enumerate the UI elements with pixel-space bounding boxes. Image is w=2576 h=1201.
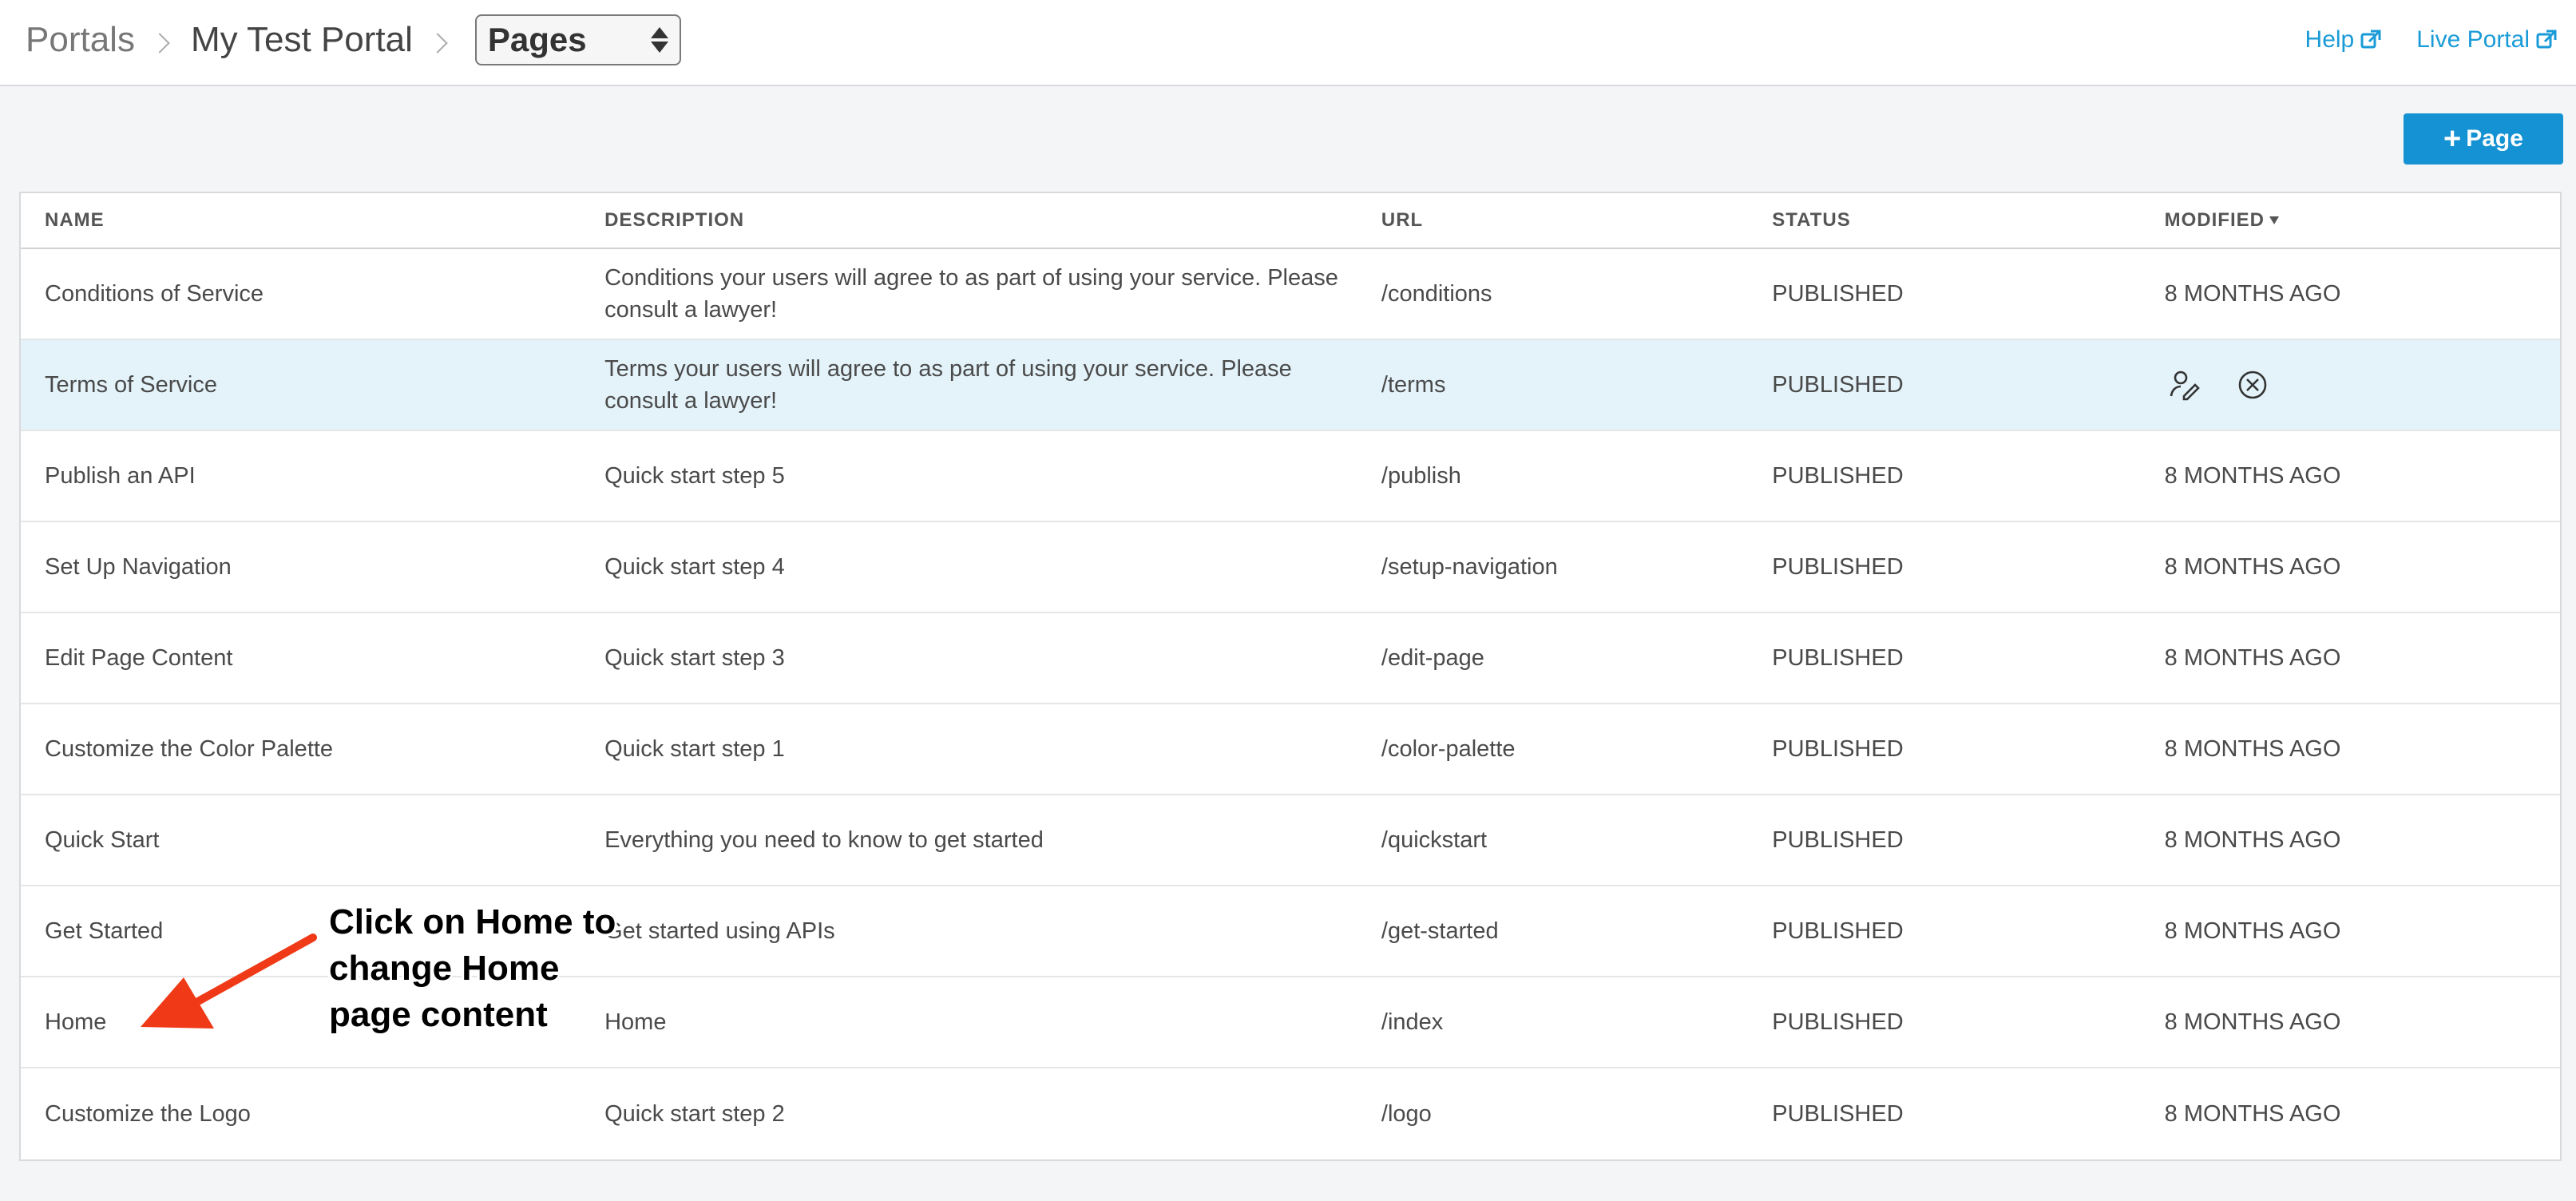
- row-url: /publish: [1381, 462, 1461, 489]
- column-header-modified-label: MODIFIED: [2164, 209, 2265, 231]
- sort-desc-icon: [2269, 216, 2279, 224]
- row-name[interactable]: Set Up Navigation: [21, 554, 604, 581]
- row-url: /terms: [1381, 371, 1446, 398]
- row-description: Get started using APIs: [604, 918, 835, 944]
- row-name[interactable]: Customize the Color Palette: [21, 736, 604, 763]
- row-actions: [2165, 367, 2560, 402]
- external-link-icon: [2360, 30, 2381, 50]
- live-portal-link-label: Live Portal: [2416, 26, 2530, 53]
- row-name[interactable]: Customize the Logo: [21, 1101, 604, 1128]
- chevron-right-icon: [427, 33, 448, 54]
- row-description: Home: [604, 1009, 667, 1035]
- annotation-line: change Home: [329, 949, 560, 988]
- row-status: PUBLISHED: [1772, 735, 1904, 762]
- table-row[interactable]: Customize the Logo Quick start step 2 /l…: [21, 1068, 2560, 1159]
- row-modified: 8 MONTHS AGO: [2164, 280, 2341, 307]
- help-link[interactable]: Help: [2305, 26, 2382, 54]
- row-status: PUBLISHED: [1772, 371, 1904, 398]
- edit-icon[interactable]: [2168, 367, 2203, 402]
- row-name[interactable]: Publish an API: [21, 463, 604, 490]
- section-select[interactable]: Pages: [474, 14, 681, 65]
- help-link-label: Help: [2305, 26, 2355, 53]
- row-name[interactable]: Quick Start: [21, 827, 604, 854]
- chevron-right-icon: [149, 33, 170, 54]
- external-link-icon: [2536, 30, 2557, 50]
- row-url: /setup-navigation: [1381, 553, 1558, 580]
- column-header-description[interactable]: DESCRIPTION: [604, 204, 1381, 236]
- row-modified: 8 MONTHS AGO: [2164, 462, 2341, 489]
- annotation-line: Click on Home to: [329, 902, 616, 941]
- header-links: Help Live Portal: [2305, 0, 2576, 80]
- delete-icon[interactable]: [2235, 367, 2270, 402]
- row-modified: 8 MONTHS AGO: [2164, 553, 2341, 580]
- row-description: Quick start step 4: [604, 554, 785, 580]
- table-row[interactable]: Terms of Service Terms your users will a…: [21, 340, 2560, 431]
- row-modified: 8 MONTHS AGO: [2164, 644, 2341, 671]
- row-name[interactable]: Conditions of Service: [21, 281, 604, 307]
- annotation-line: page content: [329, 995, 548, 1034]
- row-status: PUBLISHED: [1772, 826, 1904, 853]
- row-status: PUBLISHED: [1772, 462, 1904, 489]
- column-header-url[interactable]: URL: [1381, 209, 1772, 232]
- row-url: /color-palette: [1381, 735, 1516, 762]
- row-status: PUBLISHED: [1772, 1009, 1904, 1035]
- row-modified: 8 MONTHS AGO: [2164, 735, 2341, 762]
- section-select-value: Pages: [487, 21, 587, 58]
- row-status: PUBLISHED: [1772, 1100, 1904, 1127]
- row-status: PUBLISHED: [1772, 644, 1904, 671]
- live-portal-link[interactable]: Live Portal: [2416, 26, 2557, 54]
- row-description: Conditions your users will agree to as p…: [604, 265, 1338, 323]
- annotation-callout: Click on Home to change Home page conten…: [329, 899, 616, 1038]
- annotation-arrow-icon: [141, 933, 317, 1029]
- row-description: Terms your users will agree to as part o…: [604, 356, 1292, 414]
- row-description: Quick start step 3: [604, 645, 785, 671]
- table-row[interactable]: Set Up Navigation Quick start step 4 /se…: [21, 522, 2560, 613]
- column-header-name[interactable]: NAME: [21, 209, 604, 232]
- row-modified: 8 MONTHS AGO: [2164, 1009, 2341, 1035]
- breadcrumb-portal[interactable]: My Test Portal: [191, 20, 413, 60]
- table-row[interactable]: Conditions of Service Conditions your us…: [21, 249, 2560, 340]
- row-name[interactable]: Edit Page Content: [21, 645, 604, 672]
- row-modified: 8 MONTHS AGO: [2164, 918, 2341, 944]
- row-modified: 8 MONTHS AGO: [2164, 826, 2341, 853]
- row-status: PUBLISHED: [1772, 280, 1904, 307]
- plus-icon: +: [2443, 122, 2462, 156]
- row-name[interactable]: Terms of Service: [21, 372, 604, 398]
- row-url: /edit-page: [1381, 644, 1484, 671]
- row-description: Quick start step 5: [604, 463, 785, 489]
- table-row[interactable]: Publish an API Quick start step 5 /publi…: [21, 431, 2560, 522]
- column-header-status[interactable]: STATUS: [1772, 209, 2164, 232]
- table-row[interactable]: Customize the Color Palette Quick start …: [21, 704, 2560, 795]
- breadcrumb: Portals My Test Portal Pages: [26, 0, 681, 80]
- row-url: /get-started: [1381, 918, 1499, 944]
- breadcrumb-portals[interactable]: Portals: [26, 20, 135, 60]
- row-url: /quickstart: [1381, 826, 1488, 853]
- row-url: /conditions: [1381, 280, 1492, 307]
- row-url: /index: [1381, 1009, 1444, 1035]
- row-description: Everything you need to know to get start…: [604, 827, 1044, 853]
- row-status: PUBLISHED: [1772, 553, 1904, 580]
- top-bar: Portals My Test Portal Pages Help Live P…: [0, 0, 2576, 86]
- row-description: Quick start step 2: [604, 1101, 785, 1127]
- table-row[interactable]: Edit Page Content Quick start step 3 /ed…: [21, 613, 2560, 704]
- row-url: /logo: [1381, 1100, 1432, 1127]
- table-header: NAME DESCRIPTION URL STATUS MODIFIED: [21, 193, 2560, 249]
- add-page-label: Page: [2466, 125, 2523, 152]
- table-row[interactable]: Quick Start Everything you need to know …: [21, 795, 2560, 886]
- select-arrows-icon: [650, 27, 668, 53]
- row-description: Quick start step 1: [604, 736, 785, 762]
- column-header-modified[interactable]: MODIFIED: [2165, 209, 2560, 232]
- row-status: PUBLISHED: [1772, 918, 1904, 944]
- row-modified: 8 MONTHS AGO: [2164, 1100, 2341, 1127]
- add-page-button[interactable]: + Page: [2404, 113, 2563, 164]
